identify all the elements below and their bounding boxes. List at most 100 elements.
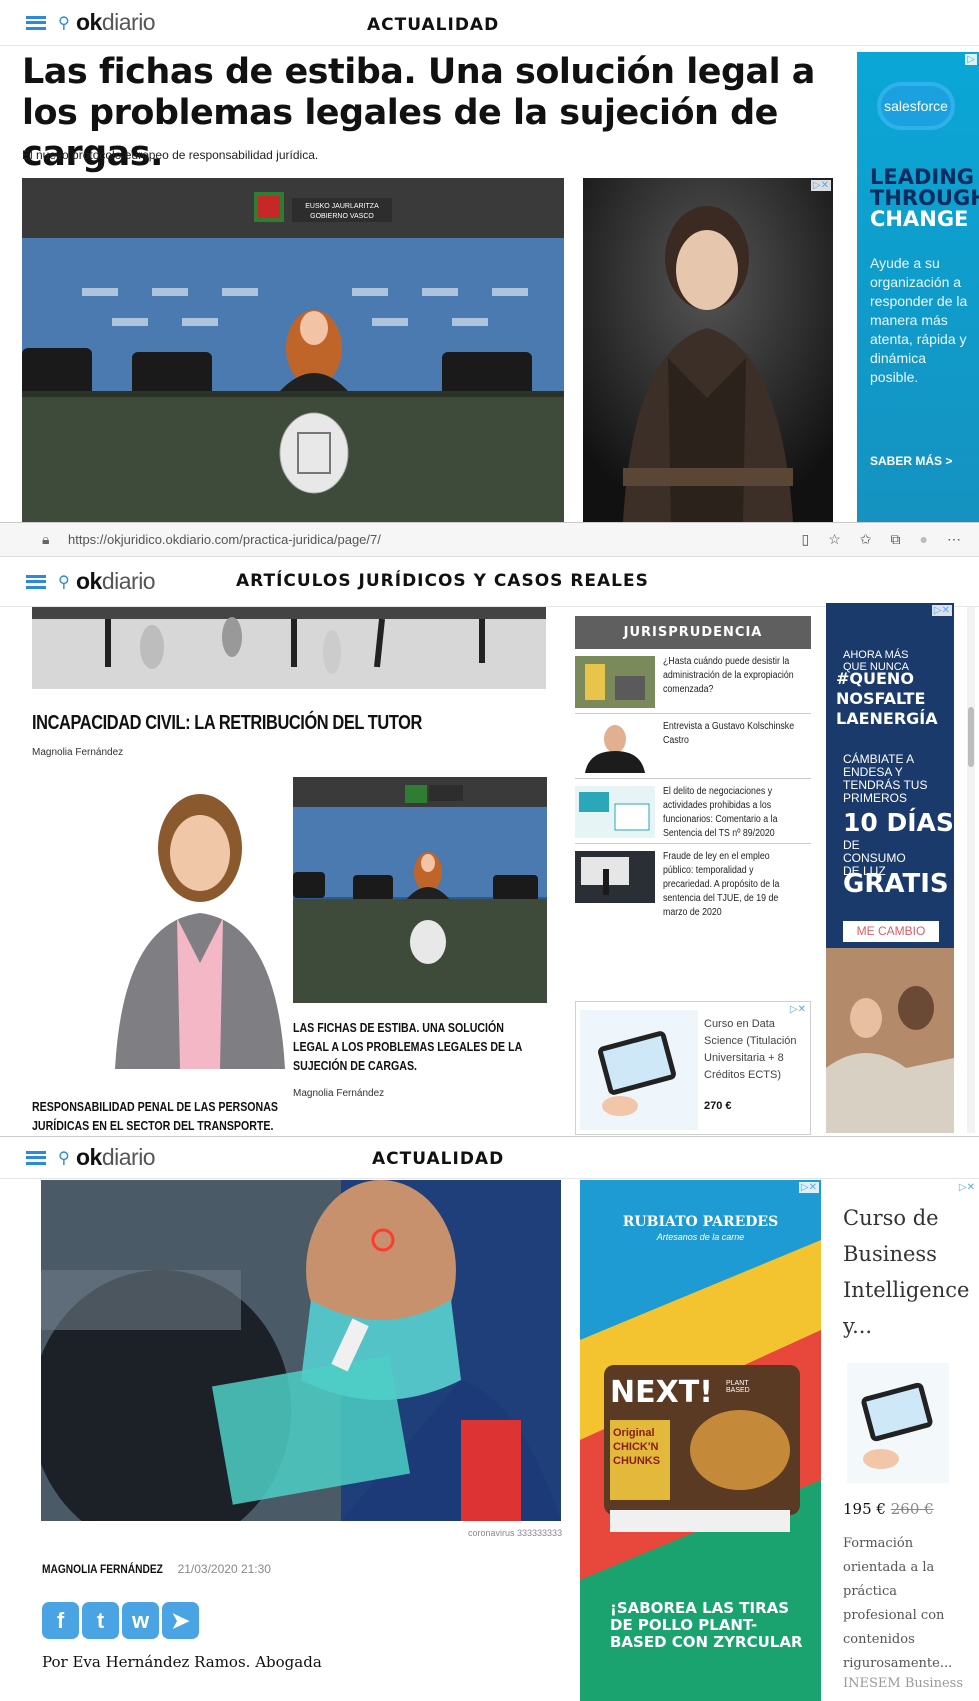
ad-tagline: Artesanos de la carne <box>656 1232 745 1242</box>
article-author[interactable]: Magnolia Fernández <box>32 747 123 758</box>
telegram-icon[interactable]: ➤ <box>162 1602 199 1639</box>
card-photo-press[interactable] <box>293 777 547 1003</box>
item-title[interactable]: El delito de negociaciones y actividades… <box>663 785 795 841</box>
jurisprudencia-item[interactable]: Entrevista a Gustavo Kolschinske Castro <box>575 714 811 779</box>
logo-diario: diario <box>101 9 156 35</box>
article-photo-top[interactable] <box>32 607 546 689</box>
course-ad-image <box>580 1010 698 1130</box>
display-ad-portrait[interactable]: ▷✕ <box>583 178 833 522</box>
card-title[interactable]: LAS FICHAS DE ESTIBA. UNA SOLUCIÓN LEGAL… <box>293 1019 523 1076</box>
jurisprudencia-item[interactable]: El delito de negociaciones y actividades… <box>575 779 811 844</box>
endesa-ad[interactable]: ▷✕ AHORA MÁS QUE NUNCA #QUENO NOSFALTE L… <box>826 603 954 1133</box>
ad-choices-icon[interactable]: ▷✕ <box>798 1182 819 1193</box>
salesforce-ad[interactable]: ▷ salesforce LEADING THROUGH CHANGE Ayud… <box>857 52 979 522</box>
section-title[interactable]: ACTUALIDAD <box>372 1149 504 1169</box>
lock-icon[interactable]: 🔒︎ <box>42 531 49 548</box>
browser-address-bar: 🔒︎ https://okjuridico.okdiario.com/pract… <box>0 523 979 557</box>
search-icon[interactable]: ⚲ <box>58 13 70 33</box>
card-author[interactable]: Magnolia Fernández <box>293 1088 384 1099</box>
saber-mas-button[interactable]: SABER MÁS > <box>870 454 952 468</box>
ad-days: 10 DÍAS <box>843 808 954 837</box>
card-photo-portrait[interactable] <box>105 773 287 1069</box>
article-meta: MAGNOLIA FERNÁNDEZ 21/03/2020 21:30 <box>42 1562 271 1576</box>
site-logo[interactable]: okdiario <box>76 1144 156 1171</box>
logo-ok: ok <box>76 9 102 35</box>
item-thumbnail[interactable] <box>575 721 655 773</box>
star-icon[interactable]: ☆ <box>828 531 841 548</box>
inesem-course-ad[interactable]: ▷✕ Curso de Business Intelligence y... 1… <box>831 1180 979 1701</box>
site-logo[interactable]: okdiario <box>76 9 156 36</box>
article-title[interactable]: INCAPACIDAD CIVIL: LA RETRIBUCIÓN DEL TU… <box>32 712 491 735</box>
ad-family-photo <box>826 948 954 1133</box>
course-ad[interactable]: ▷✕ Curso en Data Science (Titulación Uni… <box>575 1001 811 1135</box>
search-icon[interactable]: ⚲ <box>58 572 70 592</box>
item-title[interactable]: Fraude de ley en el empleo público: temp… <box>663 850 795 920</box>
course-ad-title: Curso en Data Science (Titulación Univer… <box>704 1018 797 1081</box>
scrollbar-thumb[interactable] <box>968 707 974 767</box>
article-photo-coronavirus <box>41 1180 561 1521</box>
vertical-scrollbar[interactable] <box>967 607 975 1133</box>
article-author[interactable]: MAGNOLIA FERNÁNDEZ <box>42 1562 163 1576</box>
section-title[interactable]: ARTÍCULOS JURÍDICOS Y CASOS REALES <box>236 571 649 591</box>
more-icon[interactable]: ⋯ <box>947 531 961 548</box>
item-title[interactable]: ¿Hasta cuándo puede desistir la administ… <box>663 655 795 697</box>
sidebar-heading[interactable]: JURISPRUDENCIA <box>575 616 811 649</box>
article-date: 21/03/2020 21:30 <box>177 1562 271 1576</box>
item-title[interactable]: Entrevista a Gustavo Kolschinske Castro <box>663 720 795 748</box>
menu-icon[interactable] <box>26 15 46 30</box>
photo-sign-text: EUSKO JAURLARITZA <box>305 203 379 210</box>
collections-icon[interactable]: ⧉ <box>891 531 901 548</box>
ad-choices-icon[interactable]: ▷✕ <box>931 605 952 616</box>
card-title[interactable]: RESPONSABILIDAD PENAL DE LAS PERSONAS JU… <box>32 1098 279 1136</box>
ad-pack-label: PLANT BASED <box>726 1380 750 1394</box>
ad-description: Formación orientada a la práctica profes… <box>843 1536 953 1671</box>
jurisprudencia-sidebar: JURISPRUDENCIA ¿Hasta cuándo puede desis… <box>575 616 811 918</box>
site-header: ⚲ okdiario ARTÍCULOS JURÍDICOS Y CASOS R… <box>0 557 979 607</box>
whatsapp-icon[interactable]: w <box>122 1602 159 1639</box>
ad-slogan: ¡SABOREA LAS TIRAS DE POLLO PLANT-BASED … <box>610 1599 803 1651</box>
social-share: f t w ➤ <box>42 1602 199 1639</box>
facebook-icon[interactable]: f <box>42 1602 79 1639</box>
ad-gratis: GRATIS <box>843 869 949 899</box>
ad-choices-icon[interactable]: ▷✕ <box>810 180 831 191</box>
screenshot-panel-2: 🔒︎ https://okjuridico.okdiario.com/pract… <box>0 522 979 1136</box>
article-byline: Por Eva Hernández Ramos. Abogada <box>42 1653 322 1671</box>
site-header: ⚲ okdiario ACTUALIDAD <box>0 0 979 46</box>
site-header: ⚲ okdiario ACTUALIDAD <box>0 1137 979 1179</box>
ad-advertiser: INESEM Business School <box>843 1676 964 1701</box>
screenshot-panel-1: ⚲ okdiario ACTUALIDAD Las fichas de esti… <box>0 0 979 522</box>
menu-icon[interactable] <box>26 1150 46 1165</box>
ad-tablet-image <box>847 1363 949 1483</box>
ad-course-title[interactable]: Curso de Business Intelligence y... <box>843 1200 975 1344</box>
ad-offer: CÁMBIATE A ENDESA Y TENDRÁS TUS PRIMEROS <box>843 752 928 805</box>
item-thumbnail[interactable] <box>575 786 655 838</box>
ad-product-sub: Original CHICK'N CHUNKS <box>613 1427 661 1467</box>
twitter-icon[interactable]: t <box>82 1602 119 1639</box>
section-title[interactable]: ACTUALIDAD <box>367 15 499 35</box>
jurisprudencia-item[interactable]: Fraude de ley en el empleo público: temp… <box>575 844 811 918</box>
item-thumbnail[interactable] <box>575 851 655 903</box>
ad-headline: LEADING THROUGH CHANGE <box>870 165 979 231</box>
browser-toolbar: ▯ ☆ ✩ ⧉ ● ⋯ <box>802 531 961 548</box>
article-subtitle: El nuevo protocolo europeo de responsabi… <box>22 148 319 162</box>
item-thumbnail[interactable] <box>575 656 655 708</box>
jurisprudencia-item[interactable]: ¿Hasta cuándo puede desistir la administ… <box>575 649 811 714</box>
menu-icon[interactable] <box>26 574 46 589</box>
ad-body: Ayude a su organización a responder de l… <box>870 255 968 385</box>
ad-choices-icon[interactable]: ▷✕ <box>787 1004 808 1015</box>
ad-choices-icon[interactable]: ▷✕ <box>956 1182 977 1193</box>
ad-choices-icon[interactable]: ▷ <box>965 54 977 65</box>
ad-price: 195 € 260 € <box>843 1500 934 1518</box>
reader-icon[interactable]: ▯ <box>802 531 810 548</box>
salesforce-logo: salesforce <box>877 82 955 130</box>
favorites-icon[interactable]: ✩ <box>860 531 872 548</box>
url-text[interactable]: https://okjuridico.okdiario.com/practica… <box>68 532 381 547</box>
profile-icon[interactable]: ● <box>920 531 928 548</box>
course-ad-price: 270 € <box>704 1100 732 1112</box>
svg-text:GOBIERNO VASCO: GOBIERNO VASCO <box>310 213 374 220</box>
rubiato-paredes-ad[interactable]: ▷✕ RUBIATO PAREDES Artesanos de la carne… <box>580 1180 821 1701</box>
search-icon[interactable]: ⚲ <box>58 1148 70 1168</box>
screenshot-panel-3: ⚲ okdiario ACTUALIDAD coronavirus 333333… <box>0 1136 979 1701</box>
me-cambio-button[interactable]: ME CAMBIO <box>843 921 939 942</box>
site-logo[interactable]: okdiario <box>76 568 156 595</box>
